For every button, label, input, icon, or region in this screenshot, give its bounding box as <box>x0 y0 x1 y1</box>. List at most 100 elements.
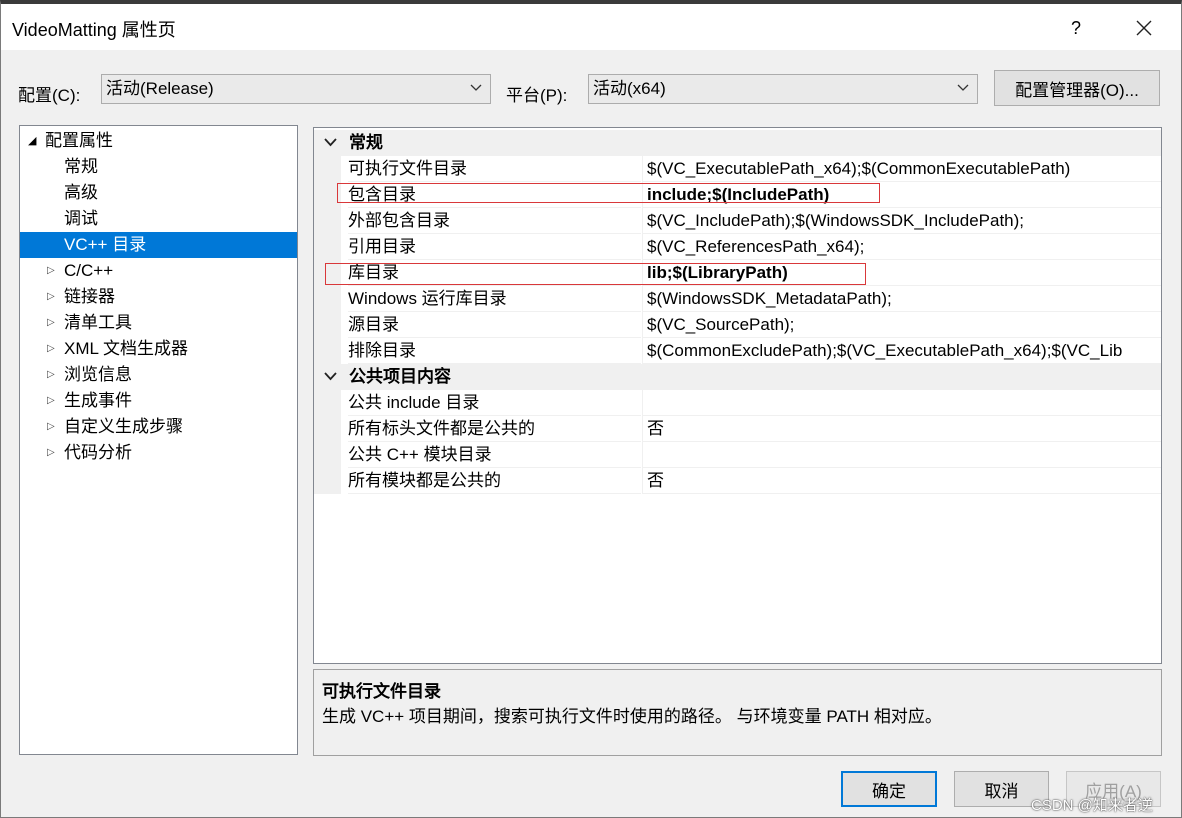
config-value: 活动(Release) <box>106 79 214 98</box>
description-title: 可执行文件目录 <box>322 682 441 701</box>
title-bar: VideoMatting 属性页 ? <box>1 4 1181 50</box>
prop-name: 公共 include 目录 <box>348 390 641 416</box>
row-gutter <box>314 416 341 442</box>
prop-row-source-dirs[interactable]: 源目录 $(VC_SourcePath); <box>314 312 1161 338</box>
row-gutter <box>314 286 341 312</box>
tree-item-config-properties[interactable]: ◢ 配置属性 <box>20 128 297 154</box>
tree-item-label: 自定义生成步骤 <box>64 417 183 436</box>
prop-name: 包含目录 <box>348 182 641 208</box>
prop-row-public-cpp-module-dirs[interactable]: 公共 C++ 模块目录 <box>314 442 1161 468</box>
tree-item-label: 生成事件 <box>64 391 132 410</box>
row-gutter <box>314 182 341 208</box>
prop-row-all-headers-public[interactable]: 所有标头文件都是公共的 否 <box>314 416 1161 442</box>
tree-item-build-events[interactable]: ▷ 生成事件 <box>20 388 297 414</box>
prop-name: 公共 C++ 模块目录 <box>348 442 641 468</box>
row-gutter <box>314 468 341 494</box>
window-title: VideoMatting 属性页 <box>12 20 176 40</box>
row-gutter <box>314 338 341 364</box>
prop-row-external-include-dirs[interactable]: 外部包含目录 $(VC_IncludePath);$(WindowsSDK_In… <box>314 208 1161 234</box>
config-label: 配置(C): <box>18 86 81 105</box>
prop-name: Windows 运行库目录 <box>348 286 641 312</box>
prop-name: 排除目录 <box>348 338 641 364</box>
tree-item-label: C/C++ <box>64 261 114 280</box>
tree-item-code-analysis[interactable]: ▷ 代码分析 <box>20 440 297 466</box>
tree-item-label: VC++ 目录 <box>64 235 147 254</box>
row-gutter <box>314 260 341 286</box>
prop-value[interactable]: 否 <box>642 416 1161 442</box>
platform-dropdown[interactable]: 活动(x64) <box>588 74 978 104</box>
prop-value[interactable]: $(VC_ExecutablePath_x64);$(CommonExecuta… <box>642 156 1161 182</box>
prop-row-library-dirs[interactable]: 库目录 lib;$(LibraryPath) <box>314 260 1161 286</box>
prop-name: 所有模块都是公共的 <box>348 468 641 494</box>
prop-row-executable-dirs[interactable]: 可执行文件目录 $(VC_ExecutablePath_x64);$(Commo… <box>314 156 1161 182</box>
row-gutter <box>314 312 341 338</box>
prop-row-include-dirs[interactable]: 包含目录 include;$(IncludePath) <box>314 182 1161 208</box>
prop-value[interactable]: $(VC_IncludePath);$(WindowsSDK_IncludePa… <box>642 208 1161 234</box>
prop-row-winrt-dirs[interactable]: Windows 运行库目录 $(WindowsSDK_MetadataPath)… <box>314 286 1161 312</box>
expanded-triangle-icon: ◢ <box>28 135 37 147</box>
config-dropdown[interactable]: 活动(Release) <box>101 74 491 104</box>
prop-value[interactable]: $(VC_ReferencesPath_x64); <box>642 234 1161 260</box>
tree-item-cpp[interactable]: ▷ C/C++ <box>20 258 297 284</box>
row-gutter <box>314 234 341 260</box>
row-gutter <box>314 390 341 416</box>
tree-item-custom-build-step[interactable]: ▷ 自定义生成步骤 <box>20 414 297 440</box>
category-general[interactable]: 常规 <box>314 130 1161 156</box>
prop-value[interactable]: 否 <box>642 468 1161 494</box>
platform-value: 活动(x64) <box>593 79 666 98</box>
prop-row-public-include-dirs[interactable]: 公共 include 目录 <box>314 390 1161 416</box>
platform-label: 平台(P): <box>506 86 568 105</box>
help-icon: ? <box>1070 17 1081 38</box>
close-button[interactable] <box>1121 10 1167 46</box>
prop-value[interactable]: $(VC_SourcePath); <box>642 312 1161 338</box>
collapsed-triangle-icon: ▷ <box>47 395 55 406</box>
prop-row-all-modules-public[interactable]: 所有模块都是公共的 否 <box>314 468 1161 494</box>
ok-button[interactable]: 确定 <box>841 771 937 807</box>
tree-item-label: 浏览信息 <box>64 365 132 384</box>
prop-name: 引用目录 <box>348 234 641 260</box>
prop-name: 库目录 <box>348 260 641 286</box>
chevron-down-icon <box>957 84 969 91</box>
tree-item-label: XML 文档生成器 <box>64 339 189 358</box>
prop-name: 可执行文件目录 <box>348 156 641 182</box>
description-panel: 可执行文件目录 生成 VC++ 项目期间，搜索可执行文件时使用的路径。 与环境变… <box>313 669 1162 756</box>
category-public-project-content[interactable]: 公共项目内容 <box>314 364 1161 390</box>
prop-value[interactable] <box>642 390 1161 416</box>
category-label: 常规 <box>349 133 383 152</box>
tree-item-xml-doc-generator[interactable]: ▷ XML 文档生成器 <box>20 336 297 362</box>
collapsed-triangle-icon: ▷ <box>47 265 55 276</box>
tree-item-label: 链接器 <box>64 287 115 306</box>
tree-item-label: 清单工具 <box>64 313 132 332</box>
row-gutter <box>314 156 341 182</box>
help-button[interactable]: ? <box>1053 10 1099 46</box>
prop-value[interactable]: $(CommonExcludePath);$(VC_ExecutablePath… <box>642 338 1161 364</box>
description-text: 生成 VC++ 项目期间，搜索可执行文件时使用的路径。 与环境变量 PATH 相… <box>322 707 942 726</box>
tree-item-label: 配置属性 <box>45 131 113 150</box>
config-manager-button[interactable]: 配置管理器(O)... <box>994 70 1160 106</box>
collapsed-triangle-icon: ▷ <box>47 291 55 302</box>
property-grid: 常规 可执行文件目录 $(VC_ExecutablePath_x64);$(Co… <box>313 127 1162 664</box>
prop-row-reference-dirs[interactable]: 引用目录 $(VC_ReferencesPath_x64); <box>314 234 1161 260</box>
collapsed-triangle-icon: ▷ <box>47 421 55 432</box>
tree-item-advanced[interactable]: 高级 <box>20 180 297 206</box>
collapsed-triangle-icon: ▷ <box>47 317 55 328</box>
chevron-down-icon <box>470 84 482 91</box>
tree-item-linker[interactable]: ▷ 链接器 <box>20 284 297 310</box>
tree-item-vc-directories[interactable]: VC++ 目录 <box>20 232 297 258</box>
property-pages-dialog: VideoMatting 属性页 ? 配置(C): 活动(Release) 平台… <box>0 0 1182 818</box>
tree-item-label: 常规 <box>64 157 98 176</box>
watermark: CSDN @知来者逆 <box>1031 797 1153 814</box>
row-gutter <box>314 208 341 234</box>
prop-row-exclude-dirs[interactable]: 排除目录 $(CommonExcludePath);$(VC_Executabl… <box>314 338 1161 364</box>
prop-value[interactable]: $(WindowsSDK_MetadataPath); <box>642 286 1161 312</box>
prop-name: 源目录 <box>348 312 641 338</box>
tree-item-general[interactable]: 常规 <box>20 154 297 180</box>
tree-item-browse-info[interactable]: ▷ 浏览信息 <box>20 362 297 388</box>
prop-value[interactable]: include;$(IncludePath) <box>642 182 1161 208</box>
collapsed-triangle-icon: ▷ <box>47 369 55 380</box>
tree-item-manifest-tool[interactable]: ▷ 清单工具 <box>20 310 297 336</box>
prop-value[interactable]: lib;$(LibraryPath) <box>642 260 1161 286</box>
chevron-down-icon <box>324 138 337 147</box>
tree-item-debugging[interactable]: 调试 <box>20 206 297 232</box>
prop-value[interactable] <box>642 442 1161 468</box>
